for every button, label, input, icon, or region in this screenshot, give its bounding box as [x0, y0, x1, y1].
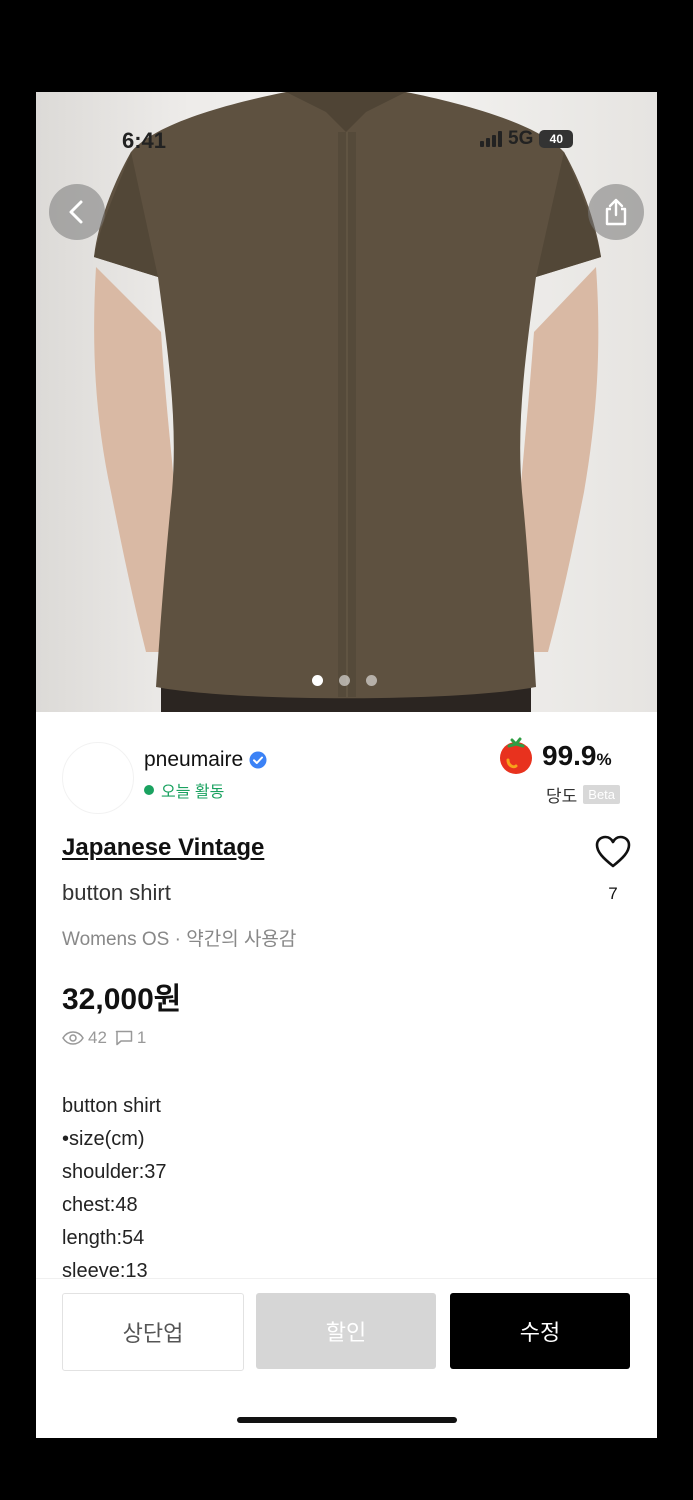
edit-button[interactable]: 수정: [450, 1293, 630, 1369]
activity-label: 오늘 활동: [161, 784, 225, 801]
back-button[interactable]: [49, 184, 105, 240]
carousel-indicator: [312, 675, 377, 686]
product-photo: [94, 92, 601, 712]
sweetness-score[interactable]: 99.9%: [496, 736, 612, 776]
score-unit: %: [596, 750, 612, 769]
discount-button[interactable]: 할인: [256, 1293, 436, 1369]
beta-badge: Beta: [583, 785, 621, 804]
product-title: button shirt: [62, 880, 171, 905]
product-stats: 42 1: [62, 1028, 146, 1048]
description-line: length:54: [62, 1227, 145, 1249]
views-count: 42: [88, 1028, 107, 1047]
description-line: shoulder:37: [62, 1161, 167, 1183]
verified-badge-icon: [249, 751, 267, 769]
signal-icon: [480, 131, 502, 147]
battery-icon: 40: [539, 130, 574, 148]
carousel-dot[interactable]: [339, 675, 350, 686]
chat-icon: [115, 1030, 133, 1046]
seller-name-row[interactable]: pneumaire: [144, 748, 267, 772]
score-label-row: 당도 Beta: [546, 782, 621, 807]
description-line: chest:48: [62, 1194, 138, 1216]
carousel-dot[interactable]: [366, 675, 377, 686]
app-screen: 6:41 5G 40 pneumaire 오늘 활동 99.9% 당도 Beta…: [36, 92, 657, 1438]
status-indicators: 5G 40: [480, 128, 574, 150]
views-stat: 42: [62, 1028, 107, 1048]
network-type: 5G: [508, 128, 534, 149]
description-line: button shirt: [62, 1095, 161, 1117]
score-value-row: 99.9%: [542, 740, 612, 772]
bottom-action-bar: 상단업 할인 수정: [36, 1278, 657, 1438]
product-price: 32,000원: [62, 983, 182, 1016]
product-photo-carousel[interactable]: 6:41 5G 40: [36, 92, 657, 712]
like-count: 7: [608, 884, 618, 903]
carousel-dot[interactable]: [312, 675, 323, 686]
chevron-left-icon: [69, 200, 83, 224]
score-value: 99.9: [542, 740, 597, 771]
product-description: button shirt •size(cm) shoulder:37 chest…: [62, 1090, 167, 1288]
status-time: 6:41: [122, 128, 167, 153]
share-icon: [605, 198, 627, 226]
home-indicator[interactable]: [237, 1417, 457, 1423]
seller-activity: 오늘 활동: [144, 778, 224, 802]
brand-link[interactable]: Japanese Vintage: [62, 834, 264, 862]
chats-count: 1: [136, 1028, 147, 1047]
heart-icon[interactable]: [594, 834, 632, 870]
share-button[interactable]: [588, 184, 644, 240]
seller-name: pneumaire: [144, 748, 244, 771]
online-dot-icon: [144, 785, 154, 795]
description-line: •size(cm): [62, 1128, 145, 1150]
eye-icon: [62, 1031, 84, 1045]
score-label: 당도: [546, 787, 578, 806]
tomato-icon: [500, 737, 532, 774]
product-meta: Womens OS · 약간의 사용감: [62, 929, 297, 950]
chats-stat: 1: [115, 1028, 146, 1048]
seller-avatar[interactable]: [62, 742, 134, 814]
bump-button[interactable]: 상단업: [62, 1293, 244, 1371]
